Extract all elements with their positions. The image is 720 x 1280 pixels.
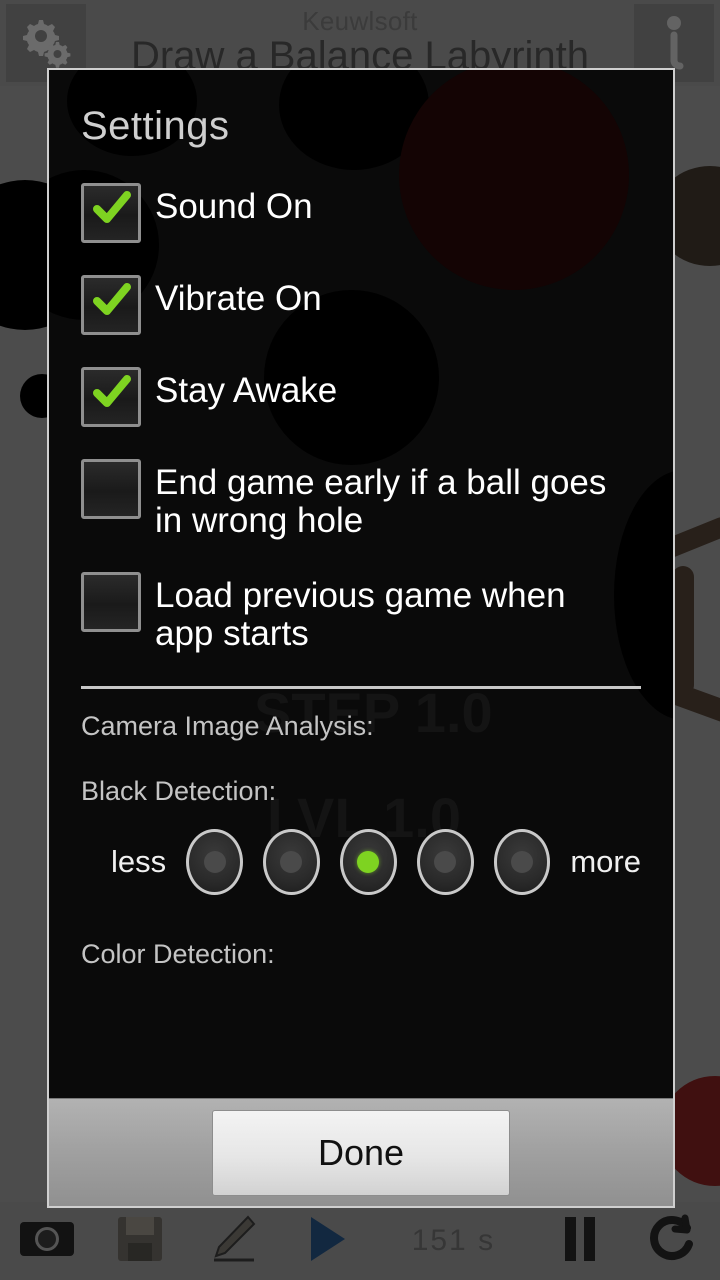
checkbox-sound[interactable] [81,183,141,243]
radio-dot [434,850,457,873]
dialog-title: Settings [81,104,230,148]
setting-row-end-game-early[interactable]: End game early if a ball goes in wrong h… [81,459,641,540]
setting-row-stay-awake[interactable]: Stay Awake [81,367,641,427]
radio-dot [280,850,303,873]
radio-dot [357,850,380,873]
radio-black-detection-1[interactable] [186,828,243,895]
check-icon [92,372,132,412]
color-detection-label: Color Detection: [81,938,275,969]
check-icon [92,188,132,228]
setting-label-vibrate: Vibrate On [155,279,322,318]
done-button[interactable]: Done [212,1109,510,1196]
radio-black-detection-4[interactable] [416,828,474,895]
checkbox-stay-awake[interactable] [81,367,141,427]
radio-black-detection-2[interactable] [262,828,320,895]
checkbox-load-previous[interactable] [81,572,141,633]
dialog-footer: Done [49,1098,673,1206]
radio-dot [510,850,533,873]
setting-row-load-previous[interactable]: Load previous game when app starts [81,572,641,653]
app-screen: Keuwlsoft Draw a Balance Labyrinth 151 s… [0,0,720,1280]
camera-analysis-label: Camera Image Analysis: [81,710,374,741]
settings-scroll-area[interactable]: STEP 1.0 LVL 1.0 Settings Sound On Vibra… [49,70,673,1098]
section-divider [81,685,641,689]
setting-label-load-previous: Load previous game when app starts [155,576,566,654]
check-icon [92,280,132,320]
setting-label-sound: Sound On [155,187,313,226]
setting-label-stay-awake: Stay Awake [155,371,338,410]
radio-black-detection-3[interactable] [339,828,397,895]
setting-row-sound[interactable]: Sound On [81,183,641,243]
settings-dialog: STEP 1.0 LVL 1.0 Settings Sound On Vibra… [47,68,675,1208]
radio-dot [203,850,226,873]
radio-black-detection-5[interactable] [493,828,551,895]
setting-row-vibrate[interactable]: Vibrate On [81,275,641,335]
scale-more-label: more [570,843,641,879]
black-detection-label: Black Detection: [81,775,277,806]
checkbox-end-game-early[interactable] [81,459,141,519]
scale-less-label: less [111,843,167,879]
setting-label-end-game-early: End game early if a ball goes in wrong h… [155,463,607,541]
checkbox-vibrate[interactable] [81,275,141,335]
black-detection-scale: less more [81,828,641,895]
